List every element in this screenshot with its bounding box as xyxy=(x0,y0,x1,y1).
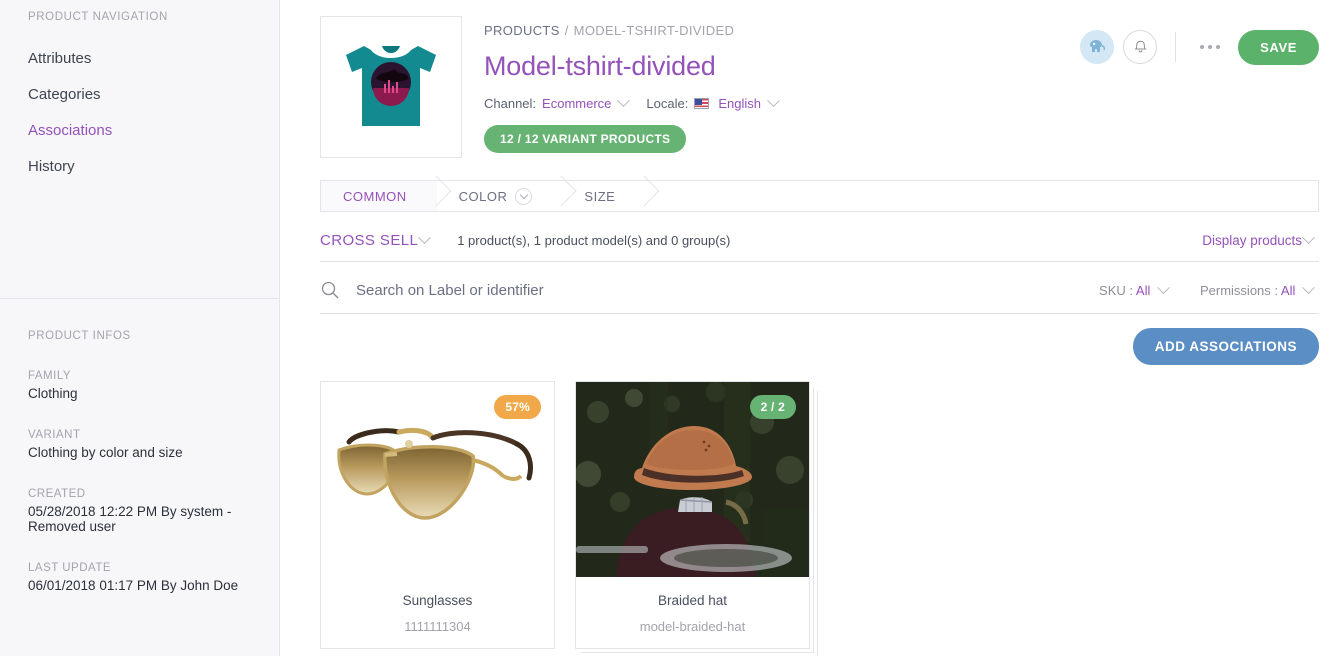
app-root: PRODUCT NAVIGATION Attributes Categories… xyxy=(0,0,1341,656)
sidebar-nav-section: PRODUCT NAVIGATION Attributes Categories… xyxy=(0,0,279,185)
avatar-icon[interactable] xyxy=(1080,30,1115,64)
breadcrumb: PRODUCTS / MODEL-TSHIRT-DIVIDED xyxy=(484,16,1080,38)
bell-icon[interactable] xyxy=(1123,30,1158,64)
variant-count-badge: 2 / 2 xyxy=(749,395,796,419)
chevron-down-icon-channel[interactable] xyxy=(617,94,631,108)
cross-sell-title[interactable]: CROSS SELL xyxy=(320,232,418,249)
cross-sell-count: 1 product(s), 1 product model(s) and 0 g… xyxy=(457,233,731,248)
channel-label: Channel: xyxy=(484,96,537,111)
sidebar: PRODUCT NAVIGATION Attributes Categories… xyxy=(0,0,280,656)
save-button[interactable]: SAVE xyxy=(1238,30,1319,65)
info-family: FAMILY Clothing xyxy=(28,370,251,401)
sidebar-item-attributes[interactable]: Attributes xyxy=(28,41,251,77)
tab-common[interactable]: COMMON xyxy=(321,181,437,211)
main-content: PRODUCTS / MODEL-TSHIRT-DIVIDED Model-ts… xyxy=(280,0,1341,656)
tshirt-image xyxy=(326,22,456,152)
braided-hat-image: 2 / 2 xyxy=(576,382,809,577)
completeness-badge: 57% xyxy=(494,395,541,419)
info-variant: VARIANT Clothing by color and size xyxy=(28,429,251,460)
product-header: PRODUCTS / MODEL-TSHIRT-DIVIDED Model-ts… xyxy=(280,0,1341,158)
tab-size-label: SIZE xyxy=(584,188,616,204)
info-created-value: 05/28/2018 12:22 PM By system - Removed … xyxy=(28,504,232,534)
locale-label: Locale: xyxy=(646,96,689,111)
product-thumbnail[interactable] xyxy=(320,16,462,158)
us-flag-icon xyxy=(694,98,710,109)
attribute-group-tabs: COMMON COLOR SIZE xyxy=(320,180,1319,212)
filter-permissions-value: All xyxy=(1280,282,1296,298)
chevron-down-icon-display-products[interactable] xyxy=(1302,231,1315,245)
chevron-down-icon-color[interactable] xyxy=(515,187,533,205)
product-infos-title: PRODUCT INFOS xyxy=(28,330,131,342)
card-identifier: model-braided-hat xyxy=(639,619,746,634)
info-family-value: Clothing xyxy=(28,386,78,401)
filter-permissions[interactable]: Permissions : All xyxy=(1199,280,1319,298)
info-last-update: LAST UPDATE 06/01/2018 01:17 PM By John … xyxy=(28,562,251,593)
sidebar-nav-title: PRODUCT NAVIGATION xyxy=(28,11,168,23)
cross-sell-row: CROSS SELL 1 product(s), 1 product model… xyxy=(320,212,1319,262)
chevron-down-icon-locale[interactable] xyxy=(767,94,780,108)
locale-value[interactable]: English xyxy=(718,96,761,111)
search-icon xyxy=(320,280,340,300)
add-associations-button[interactable]: ADD ASSOCIATIONS xyxy=(1132,328,1319,365)
card-label: Braided hat xyxy=(657,593,728,608)
header-actions: SAVE xyxy=(1080,16,1319,158)
product-infos-section: PRODUCT INFOS FAMILY Clothing VARIANT Cl… xyxy=(0,330,279,593)
filter-sku-label: SKU : xyxy=(1099,282,1133,298)
info-created-label: CREATED xyxy=(28,488,86,500)
page-title: Model-tshirt-divided xyxy=(484,51,716,81)
chevron-down-icon-permissions[interactable] xyxy=(1302,280,1315,294)
tab-color[interactable]: COLOR xyxy=(437,181,563,211)
filter-sku[interactable]: SKU : All xyxy=(1099,280,1174,298)
info-family-label: FAMILY xyxy=(28,370,72,382)
sunglasses-image: 57% xyxy=(321,382,554,577)
sidebar-item-associations[interactable]: Associations xyxy=(28,113,251,149)
more-options-icon[interactable] xyxy=(1186,30,1234,64)
breadcrumb-separator: / xyxy=(564,23,569,38)
add-associations-row: ADD ASSOCIATIONS xyxy=(320,328,1319,365)
breadcrumb-current: MODEL-TSHIRT-DIVIDED xyxy=(573,23,735,38)
info-created: CREATED 05/28/2018 12:22 PM By system - … xyxy=(28,488,251,534)
display-products-dropdown[interactable]: Display products xyxy=(1202,233,1302,248)
info-variant-value: Clothing by color and size xyxy=(28,445,183,460)
variant-products-badge[interactable]: 12 / 12 VARIANT PRODUCTS xyxy=(484,125,687,153)
product-card-braided-hat[interactable]: 2 / 2 Braided hat model-braided-hat xyxy=(575,381,810,649)
product-card-sunglasses[interactable]: 57% Sunglasses 1111111304 xyxy=(320,381,555,649)
filter-permissions-label: Permissions : xyxy=(1199,282,1279,298)
breadcrumb-products[interactable]: PRODUCTS xyxy=(484,23,560,38)
card-label: Sunglasses xyxy=(402,593,473,608)
search-row: SKU : All Permissions : All xyxy=(320,262,1319,314)
filter-sku-value: All xyxy=(1135,282,1151,298)
chevron-down-icon-sku[interactable] xyxy=(1157,280,1170,294)
tab-common-label: COMMON xyxy=(343,188,407,204)
chevron-down-icon-cross-sell[interactable] xyxy=(418,231,432,245)
card-identifier: 1111111304 xyxy=(404,619,471,634)
search-filters: SKU : All Permissions : All xyxy=(1099,280,1319,298)
sidebar-item-history[interactable]: History xyxy=(28,149,251,185)
header-divider xyxy=(1175,32,1177,62)
info-variant-label: VARIANT xyxy=(28,429,81,441)
sidebar-divider xyxy=(0,298,279,299)
tab-color-label: COLOR xyxy=(458,188,508,204)
tab-size[interactable]: SIZE xyxy=(562,181,645,211)
association-cards: 57% Sunglasses 1111111304 2 / 2 Braided … xyxy=(320,381,1319,649)
channel-value[interactable]: Ecommerce xyxy=(542,96,611,111)
product-header-body: PRODUCTS / MODEL-TSHIRT-DIVIDED Model-ts… xyxy=(462,16,1080,158)
info-last-update-value: 06/01/2018 01:17 PM By John Doe xyxy=(28,578,239,593)
info-last-update-label: LAST UPDATE xyxy=(28,562,112,574)
search-input[interactable] xyxy=(356,281,776,299)
sidebar-item-categories[interactable]: Categories xyxy=(28,77,251,113)
context-switcher-row: Channel: Ecommerce Locale: English xyxy=(484,94,1080,111)
